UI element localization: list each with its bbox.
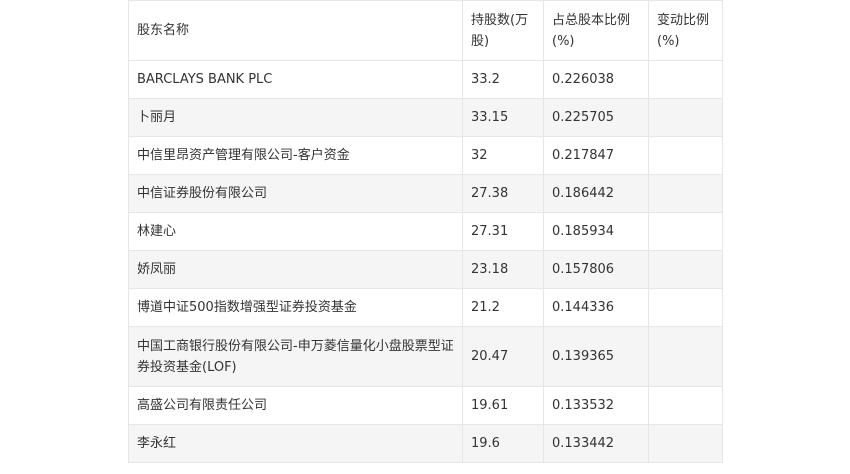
cell-change-ratio [648, 98, 723, 137]
table-row: 中信证券股份有限公司 27.38 0.186442 [128, 174, 723, 213]
cell-shareholder-name: 李永红 [128, 424, 463, 463]
cell-share-ratio: 0.133442 [543, 424, 649, 463]
cell-shares-held: 20.47 [462, 326, 544, 387]
cell-share-ratio: 0.225705 [543, 98, 649, 137]
cell-shares-held: 19.6 [462, 424, 544, 463]
cell-shareholder-name: 林建心 [128, 212, 463, 251]
cell-shares-held: 23.18 [462, 250, 544, 289]
shareholder-table: 股东名称 持股数(万股) 占总股本比例(%) 变动比例(%) BARCLAYS … [128, 0, 723, 463]
cell-shares-held: 33.2 [462, 60, 544, 99]
header-shareholder-name: 股东名称 [128, 0, 463, 61]
header-shares-held: 持股数(万股) [462, 0, 544, 61]
shareholder-table-container: 股东名称 持股数(万股) 占总股本比例(%) 变动比例(%) BARCLAYS … [128, 0, 723, 463]
cell-change-ratio [648, 212, 723, 251]
cell-shareholder-name: 卜丽月 [128, 98, 463, 137]
cell-shareholder-name: BARCLAYS BANK PLC [128, 60, 463, 99]
cell-change-ratio [648, 386, 723, 425]
cell-share-ratio: 0.186442 [543, 174, 649, 213]
cell-change-ratio [648, 136, 723, 175]
cell-shareholder-name: 娇凤丽 [128, 250, 463, 289]
cell-change-ratio [648, 424, 723, 463]
cell-shares-held: 27.31 [462, 212, 544, 251]
cell-shareholder-name: 高盛公司有限责任公司 [128, 386, 463, 425]
cell-share-ratio: 0.226038 [543, 60, 649, 99]
header-share-ratio: 占总股本比例(%) [543, 0, 649, 61]
cell-change-ratio [648, 174, 723, 213]
cell-change-ratio [648, 326, 723, 387]
cell-shares-held: 21.2 [462, 288, 544, 327]
table-row: 林建心 27.31 0.185934 [128, 212, 723, 251]
cell-shares-held: 33.15 [462, 98, 544, 137]
cell-shareholder-name: 中信里昂资产管理有限公司-客户资金 [128, 136, 463, 175]
cell-shares-held: 19.61 [462, 386, 544, 425]
header-change-ratio: 变动比例(%) [648, 0, 723, 61]
table-row: 中国工商银行股份有限公司-申万菱信量化小盘股票型证券投资基金(LOF) 20.4… [128, 326, 723, 387]
cell-shareholder-name: 博道中证500指数增强型证券投资基金 [128, 288, 463, 327]
cell-change-ratio [648, 60, 723, 99]
table-row: 高盛公司有限责任公司 19.61 0.133532 [128, 386, 723, 425]
cell-shareholder-name: 中国工商银行股份有限公司-申万菱信量化小盘股票型证券投资基金(LOF) [128, 326, 463, 387]
table-row: 博道中证500指数增强型证券投资基金 21.2 0.144336 [128, 288, 723, 327]
table-row: 娇凤丽 23.18 0.157806 [128, 250, 723, 289]
table-row: 李永红 19.6 0.133442 [128, 424, 723, 463]
table-row: 中信里昂资产管理有限公司-客户资金 32 0.217847 [128, 136, 723, 175]
cell-share-ratio: 0.133532 [543, 386, 649, 425]
cell-shares-held: 32 [462, 136, 544, 175]
table-row: BARCLAYS BANK PLC 33.2 0.226038 [128, 60, 723, 99]
cell-shares-held: 27.38 [462, 174, 544, 213]
cell-share-ratio: 0.185934 [543, 212, 649, 251]
cell-share-ratio: 0.139365 [543, 326, 649, 387]
cell-share-ratio: 0.144336 [543, 288, 649, 327]
cell-share-ratio: 0.217847 [543, 136, 649, 175]
cell-shareholder-name: 中信证券股份有限公司 [128, 174, 463, 213]
table-header-row: 股东名称 持股数(万股) 占总股本比例(%) 变动比例(%) [128, 0, 723, 61]
cell-change-ratio [648, 250, 723, 289]
table-row: 卜丽月 33.15 0.225705 [128, 98, 723, 137]
cell-share-ratio: 0.157806 [543, 250, 649, 289]
cell-change-ratio [648, 288, 723, 327]
